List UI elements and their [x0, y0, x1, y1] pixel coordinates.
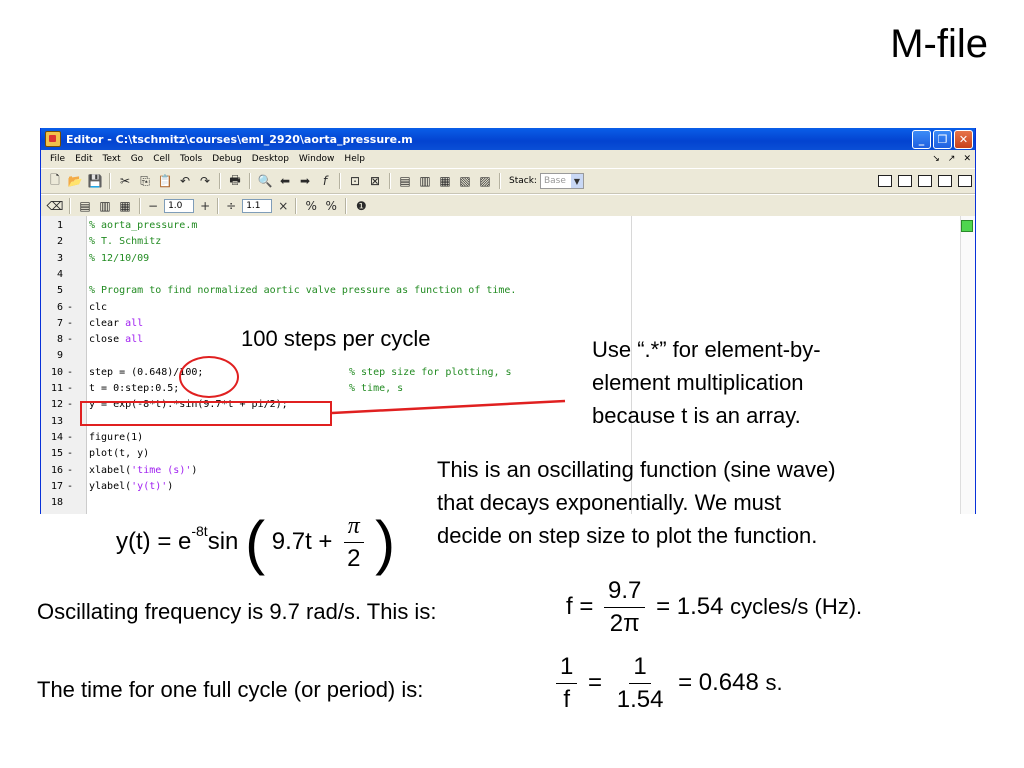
- eq-pi: π: [343, 510, 364, 543]
- oscillating-line-2: that decays exponentially. We must: [437, 490, 782, 515]
- frequency-text: Oscillating frequency is 9.7 rad/s. This…: [37, 599, 437, 624]
- eq-f-unit: cycles/s (Hz).: [730, 593, 863, 619]
- oscillating-line-3: decide on step size to plot the function…: [437, 523, 818, 548]
- elementwise-note: Use “.*” for element-by- element multipl…: [592, 333, 821, 432]
- period-text: The time for one full cycle (or period) …: [37, 677, 424, 702]
- equation-y: y(t) = e-8tsin ( 9.7t + π 2 ): [116, 508, 395, 577]
- eq-p-num1: 1: [556, 651, 578, 684]
- eq-p-fraction-2: 1 1.54: [613, 651, 668, 716]
- eq-p-unit: s.: [765, 669, 783, 695]
- eq-f-value: = 1.54: [656, 592, 724, 620]
- oscillating-note: This is an oscillating function (sine wa…: [437, 453, 836, 552]
- eq-two: 2: [347, 545, 361, 572]
- elementwise-line-1: Use “.*” for element-by-: [592, 337, 821, 362]
- eq-p-equals: =: [588, 668, 603, 696]
- eq-f-den: 2π: [609, 610, 640, 637]
- eq-y-sin: sin: [207, 527, 239, 555]
- right-paren: ): [375, 509, 396, 576]
- eq-f-lhs: f =: [566, 592, 594, 620]
- elementwise-line-3: because t is an array.: [592, 403, 801, 428]
- annotation-arrow: [331, 399, 566, 415]
- eq-y-lhs: y(t) = e: [116, 527, 192, 555]
- steps-annotation: 100 steps per cycle: [241, 326, 431, 351]
- eq-p-fraction-1: 1 f: [556, 651, 578, 716]
- eq-p-den2: 1.54: [616, 686, 664, 713]
- eq-pi-over-2: π 2: [343, 510, 364, 575]
- equation-frequency: f = 9.7 2π = 1.54 cycles/s (Hz).: [566, 575, 862, 640]
- eq-y-arg: 9.7t +: [271, 527, 333, 555]
- eq-p-value: = 0.648: [678, 668, 759, 696]
- eq-f-num: 9.7: [604, 575, 646, 608]
- eq-p-num2: 1: [629, 651, 651, 684]
- oscillating-line-1: This is an oscillating function (sine wa…: [437, 457, 836, 482]
- left-paren: (: [245, 509, 266, 576]
- elementwise-line-2: element multiplication: [592, 370, 804, 395]
- eq-y-exponent: -8t: [191, 522, 208, 539]
- equation-period: 1 f = 1 1.54 = 0.648 s.: [552, 651, 783, 716]
- eq-f-fraction: 9.7 2π: [604, 575, 646, 640]
- eq-p-den1: f: [563, 686, 571, 713]
